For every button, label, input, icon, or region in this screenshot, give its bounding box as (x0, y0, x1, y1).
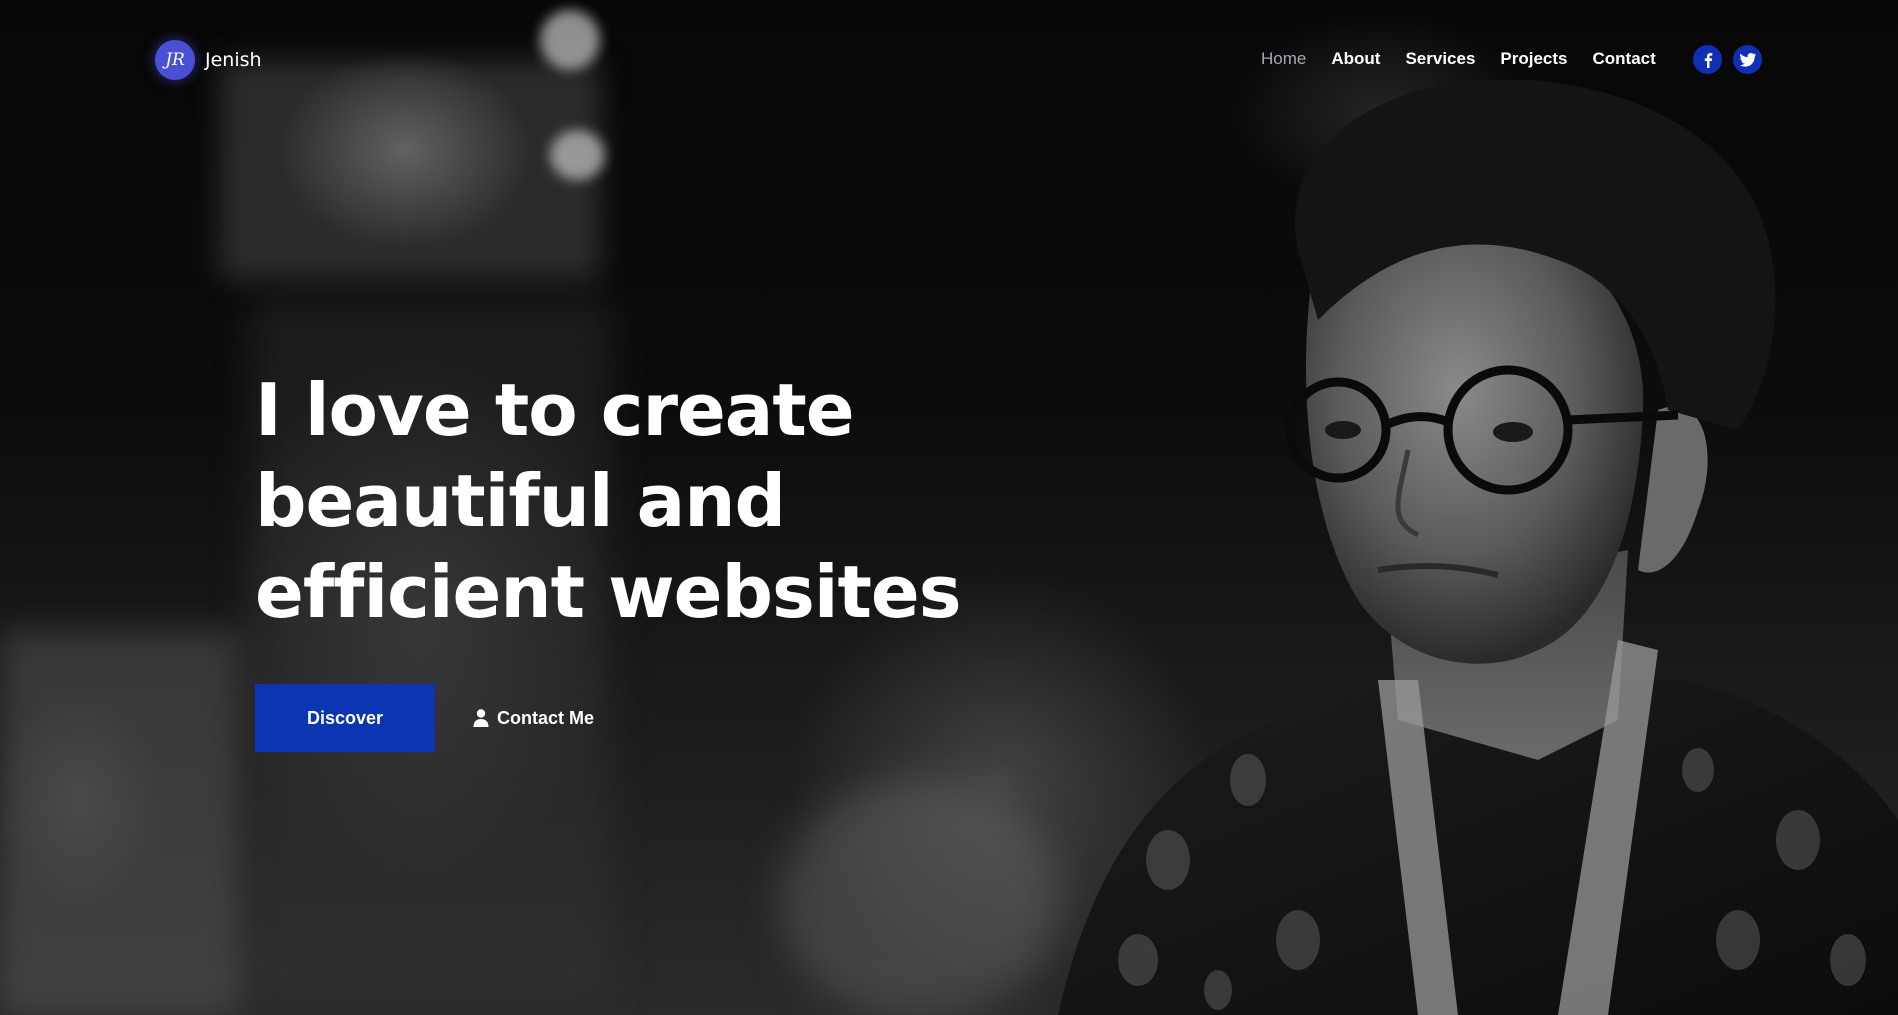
twitter-link[interactable] (1733, 45, 1762, 74)
hero-headline-line1: I love to create (255, 368, 855, 452)
discover-button[interactable]: Discover (255, 684, 435, 752)
facebook-link[interactable] (1693, 45, 1722, 74)
hero-headline: I love to create beautiful and efficient… (255, 365, 975, 638)
hero-headline-line3: efficient websites (255, 550, 962, 634)
portrait-image (1058, 80, 1898, 1015)
nav-item-services[interactable]: Services (1405, 48, 1475, 70)
nav-item-projects[interactable]: Projects (1500, 48, 1567, 70)
twitter-icon (1739, 52, 1756, 67)
contact-me-label: Contact Me (497, 707, 595, 728)
background-blur-wall (0, 630, 240, 1015)
user-icon (473, 709, 489, 727)
contact-me-button[interactable]: Contact Me (473, 708, 594, 729)
brand-logo[interactable]: JR (155, 40, 195, 80)
brand-name[interactable]: Jenish (205, 49, 262, 71)
nav-item-about[interactable]: About (1331, 48, 1380, 70)
nav-item-home[interactable]: Home (1261, 48, 1306, 70)
hero-content: I love to create beautiful and efficient… (255, 365, 975, 638)
brand[interactable]: JR Jenish (155, 40, 262, 80)
background-bokeh-light (550, 130, 605, 180)
navbar: JR Jenish Home About Services Projects C… (0, 0, 1898, 120)
social-links (1693, 45, 1762, 74)
nav-links: Home About Services Projects Contact (1261, 48, 1681, 70)
hero-actions: Discover Contact Me (255, 684, 594, 752)
facebook-icon (1704, 52, 1712, 68)
nav-item-contact[interactable]: Contact (1593, 48, 1656, 70)
hero-headline-line2: beautiful and (255, 459, 786, 543)
hero-section: JR Jenish Home About Services Projects C… (0, 0, 1898, 1015)
brand-logo-text: JR (165, 50, 185, 70)
